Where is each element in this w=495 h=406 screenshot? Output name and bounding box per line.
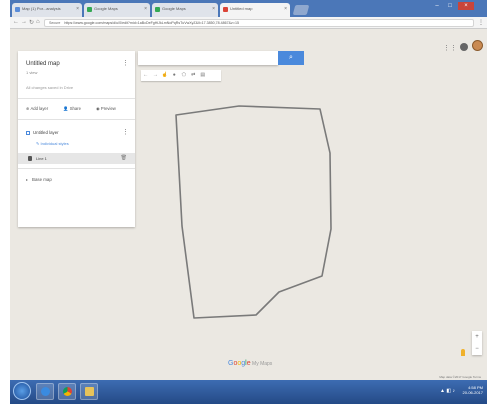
select-hand-icon[interactable]: ☝ <box>160 70 170 81</box>
add-layer-button[interactable]: ⊕ Add layer <box>26 106 55 111</box>
browser-toolbar: ← → ↻ ⌂ Secure https://www.google.com/ma… <box>10 17 487 29</box>
windows-taskbar: ▲ ◧ ♪ 4:58 PM 20-06-2017 <box>10 380 487 404</box>
divider <box>18 168 135 169</box>
search-button[interactable]: ⌕ <box>278 51 304 65</box>
tab-favicon <box>155 7 160 12</box>
map-canvas[interactable]: Untitled map 1 view ⋮ All changes saved … <box>10 29 487 380</box>
close-icon[interactable]: × <box>212 6 215 12</box>
bell-icon[interactable] <box>460 43 468 51</box>
tab-label: Google Maps <box>94 6 118 11</box>
address-bar[interactable]: Secure https://www.google.com/maps/d/u/0… <box>44 19 474 27</box>
expand-icon: ▸ <box>26 177 29 182</box>
minimize-button[interactable]: – <box>431 2 443 10</box>
maximize-button[interactable]: □ <box>444 2 456 10</box>
zoom-out-button[interactable]: − <box>472 343 482 355</box>
browser-tab-strip: Map (1) Por...analysis × Google Maps × G… <box>10 0 487 17</box>
avatar[interactable] <box>472 40 483 51</box>
divider <box>18 119 135 120</box>
pegman-icon[interactable] <box>461 349 465 356</box>
search-input[interactable] <box>138 51 278 65</box>
measure-icon[interactable]: ▤ <box>198 70 208 81</box>
add-marker-icon[interactable]: ● <box>170 70 180 81</box>
logo-suffix: My Maps <box>250 361 273 367</box>
feature-icon <box>28 156 32 161</box>
zoom-control: + − <box>472 331 482 355</box>
back-icon[interactable]: ← <box>13 19 19 25</box>
chrome-icon <box>63 387 72 396</box>
tab-label: Google Maps <box>162 6 186 11</box>
taskbar-chrome[interactable] <box>58 383 76 400</box>
tab-active[interactable]: Untitled map × <box>220 3 290 17</box>
screen: Map (1) Por...analysis × Google Maps × G… <box>10 0 487 404</box>
more-options-icon[interactable]: ⋮ <box>122 59 129 67</box>
layer-checkbox[interactable] <box>26 131 30 135</box>
tab-label: Map (1) Por...analysis <box>22 6 61 11</box>
draw-line-icon[interactable]: ⬠ <box>179 70 189 81</box>
ie-icon <box>41 387 50 396</box>
map-view-count: 1 view <box>26 70 38 75</box>
tab-label: Untitled map <box>230 6 253 11</box>
apps-icon[interactable]: ⋮⋮ <box>443 44 457 52</box>
trash-icon[interactable]: 🗑 <box>121 155 127 161</box>
directions-icon[interactable]: ⇄ <box>189 70 199 81</box>
share-button[interactable]: 👤 Share <box>63 106 88 111</box>
home-icon[interactable]: ⌂ <box>36 19 40 25</box>
close-icon[interactable]: × <box>284 6 287 12</box>
map-title[interactable]: Untitled map <box>26 61 60 67</box>
redo-icon[interactable]: → <box>151 70 161 81</box>
undo-icon[interactable]: ← <box>141 70 151 81</box>
add-layer-label: Add layer <box>30 106 49 111</box>
tab-favicon <box>15 7 20 12</box>
feature-row[interactable]: Line 1 🗑 <box>18 153 135 164</box>
clock-date: 20-06-2017 <box>462 390 483 395</box>
windows-start-icon[interactable] <box>13 382 31 400</box>
taskbar-ie[interactable] <box>36 383 54 400</box>
map-footer: Map data ©2017 Google Terms <box>439 375 481 379</box>
share-label: Share <box>69 106 81 111</box>
preview-button[interactable]: ◉ Preview <box>96 106 123 111</box>
close-icon[interactable]: × <box>76 6 79 12</box>
drawing-toolbar: ← → ☝ ● ⬠ ⇄ ▤ <box>141 70 221 81</box>
base-map-row[interactable]: ▸ Base map <box>26 177 52 182</box>
folder-icon <box>85 387 94 396</box>
tab-2[interactable]: Google Maps × <box>84 3 150 17</box>
secure-label: Secure <box>49 21 61 25</box>
style-link-label: Individual styles <box>40 141 69 146</box>
divider <box>18 98 135 99</box>
panel-actions: ⊕ Add layer 👤 Share ◉ Preview <box>26 106 130 112</box>
system-clock[interactable]: 4:58 PM 20-06-2017 <box>463 385 483 395</box>
zoom-in-button[interactable]: + <box>472 331 482 343</box>
style-link[interactable]: ✎ Individual styles <box>36 141 69 146</box>
save-status: All changes saved in Drive <box>26 85 74 90</box>
tab-favicon <box>87 7 92 12</box>
feature-label: Line 1 <box>36 156 47 161</box>
tab-1[interactable]: Map (1) Por...analysis × <box>12 3 82 17</box>
forward-icon[interactable]: → <box>21 19 27 25</box>
new-tab-button[interactable] <box>292 5 310 15</box>
taskbar-explorer[interactable] <box>80 383 98 400</box>
tab-3[interactable]: Google Maps × <box>152 3 218 17</box>
google-logo: Google My Maps <box>228 360 273 367</box>
base-map-label: Base map <box>32 177 52 182</box>
layer-options-icon[interactable]: ⋮ <box>122 128 129 136</box>
layer-row[interactable]: Untitled layer <box>26 130 59 135</box>
map-details-panel: Untitled map 1 view ⋮ All changes saved … <box>18 51 135 227</box>
browser-menu-icon[interactable]: ⋮ <box>478 19 484 26</box>
preview-label: Preview <box>100 106 116 111</box>
system-tray-icons[interactable]: ▲ ◧ ♪ <box>440 388 455 394</box>
close-icon[interactable]: × <box>144 6 147 12</box>
layer-name[interactable]: Untitled layer <box>33 130 59 135</box>
tab-favicon <box>223 7 228 12</box>
url-text: https://www.google.com/maps/d/u/0/edit?m… <box>64 21 239 25</box>
reload-icon[interactable]: ↻ <box>29 19 34 26</box>
window-close-button[interactable]: × <box>458 2 474 10</box>
search-icon: ⌕ <box>289 54 293 61</box>
